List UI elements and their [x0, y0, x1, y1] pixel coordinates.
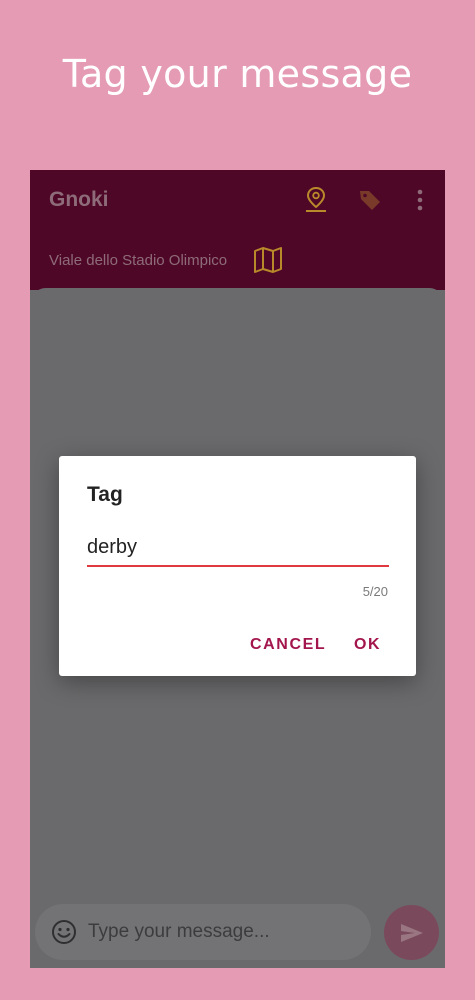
- location-pin-icon: [306, 186, 326, 212]
- send-button[interactable]: [384, 905, 439, 960]
- more-vert-icon: [417, 189, 423, 211]
- character-counter: 5/20: [362, 584, 388, 599]
- tag-input[interactable]: derby: [87, 536, 388, 559]
- cancel-button[interactable]: CANCEL: [250, 636, 326, 654]
- tag-dialog: Tag derby 5/20 CANCEL OK: [59, 456, 416, 676]
- tag-input-underline: [87, 565, 389, 567]
- map-icon[interactable]: [253, 246, 283, 274]
- message-composer[interactable]: Type your message...: [35, 904, 371, 960]
- app-title: Gnoki: [49, 188, 109, 211]
- location-label: Viale dello Stadio Olimpico: [49, 252, 228, 269]
- message-input[interactable]: Type your message...: [88, 921, 270, 943]
- send-icon: [400, 923, 423, 942]
- emoji-icon[interactable]: [51, 919, 77, 945]
- tag-icon: [360, 191, 380, 210]
- dialog-title: Tag: [87, 483, 123, 506]
- tag-button[interactable]: [354, 184, 386, 216]
- location-button[interactable]: [300, 184, 332, 216]
- promo-title: Tag your message: [62, 52, 413, 96]
- more-options-button[interactable]: [404, 184, 436, 216]
- app-bar: Gnoki Viale dello Stadio Olimpico: [30, 170, 445, 290]
- ok-button[interactable]: OK: [354, 636, 381, 654]
